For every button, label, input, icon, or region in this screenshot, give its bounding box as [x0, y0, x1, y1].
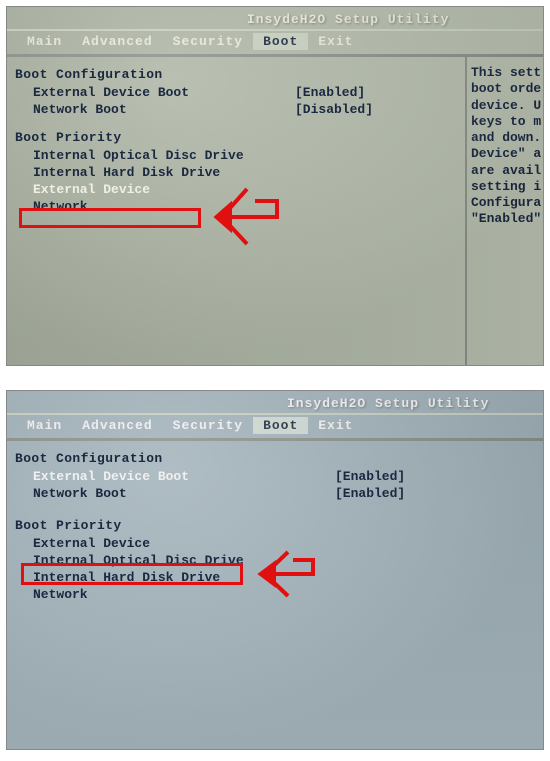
- boot-settings-pane: Boot Configuration External Device Boot …: [7, 57, 465, 366]
- priority-item-selected[interactable]: External Device: [13, 181, 459, 198]
- priority-item[interactable]: Internal Optical Disc Drive: [13, 552, 537, 569]
- boot-settings-pane: Boot Configuration External Device Boot …: [7, 441, 543, 750]
- bios-screenshot-before: InsydeH2O Setup Utility Main Advanced Se…: [6, 6, 544, 366]
- priority-item[interactable]: Internal Hard Disk Drive: [13, 569, 537, 586]
- option-label: External Device Boot: [15, 469, 335, 484]
- tab-security[interactable]: Security: [163, 417, 253, 434]
- external-device-boot-row[interactable]: External Device Boot [Enabled]: [13, 84, 459, 101]
- priority-item[interactable]: Internal Optical Disc Drive: [13, 147, 459, 164]
- priority-label: External Device: [15, 182, 295, 197]
- boot-priority-header: Boot Priority: [13, 128, 459, 147]
- priority-label: External Device: [15, 536, 335, 551]
- option-value: [Disabled]: [295, 102, 457, 117]
- priority-item[interactable]: Network: [13, 198, 459, 215]
- priority-label: Internal Hard Disk Drive: [15, 165, 295, 180]
- priority-label: Network: [15, 587, 335, 602]
- boot-priority-header: Boot Priority: [13, 516, 537, 535]
- tab-exit[interactable]: Exit: [308, 417, 363, 434]
- utility-title: InsydeH2O Setup Utility: [7, 7, 543, 29]
- tab-main[interactable]: Main: [17, 417, 72, 434]
- option-value: [Enabled]: [335, 486, 535, 501]
- option-value: [Enabled]: [295, 85, 457, 100]
- tab-exit[interactable]: Exit: [308, 33, 363, 50]
- tab-advanced[interactable]: Advanced: [72, 417, 162, 434]
- network-boot-row[interactable]: Network Boot [Disabled]: [13, 101, 459, 118]
- option-label: Network Boot: [15, 102, 295, 117]
- tab-boot[interactable]: Boot: [253, 417, 308, 434]
- tab-boot[interactable]: Boot: [253, 33, 308, 50]
- priority-item[interactable]: Internal Hard Disk Drive: [13, 164, 459, 181]
- option-value: [Enabled]: [335, 469, 535, 484]
- utility-title: InsydeH2O Setup Utility: [7, 391, 543, 413]
- priority-label: Internal Optical Disc Drive: [15, 148, 295, 163]
- option-label: Network Boot: [15, 486, 335, 501]
- priority-item-selected[interactable]: External Device: [13, 535, 537, 552]
- external-device-boot-row[interactable]: External Device Boot [Enabled]: [13, 468, 537, 485]
- bios-screenshot-after: InsydeH2O Setup Utility Main Advanced Se…: [6, 390, 544, 750]
- tab-main[interactable]: Main: [17, 33, 72, 50]
- option-label: External Device Boot: [15, 85, 295, 100]
- tab-advanced[interactable]: Advanced: [72, 33, 162, 50]
- boot-configuration-header: Boot Configuration: [13, 65, 459, 84]
- tab-security[interactable]: Security: [163, 33, 253, 50]
- priority-item[interactable]: Network: [13, 586, 537, 603]
- help-text: This sett boot orde device. U keys to m …: [471, 65, 541, 228]
- menu-bar: Main Advanced Security Boot Exit: [7, 413, 543, 440]
- priority-label: Internal Hard Disk Drive: [15, 570, 335, 585]
- priority-label: Network: [15, 199, 295, 214]
- menu-bar: Main Advanced Security Boot Exit: [7, 29, 543, 56]
- priority-label: Internal Optical Disc Drive: [15, 553, 335, 568]
- help-pane: This sett boot orde device. U keys to m …: [465, 57, 543, 366]
- boot-configuration-header: Boot Configuration: [13, 449, 537, 468]
- network-boot-row[interactable]: Network Boot [Enabled]: [13, 485, 537, 502]
